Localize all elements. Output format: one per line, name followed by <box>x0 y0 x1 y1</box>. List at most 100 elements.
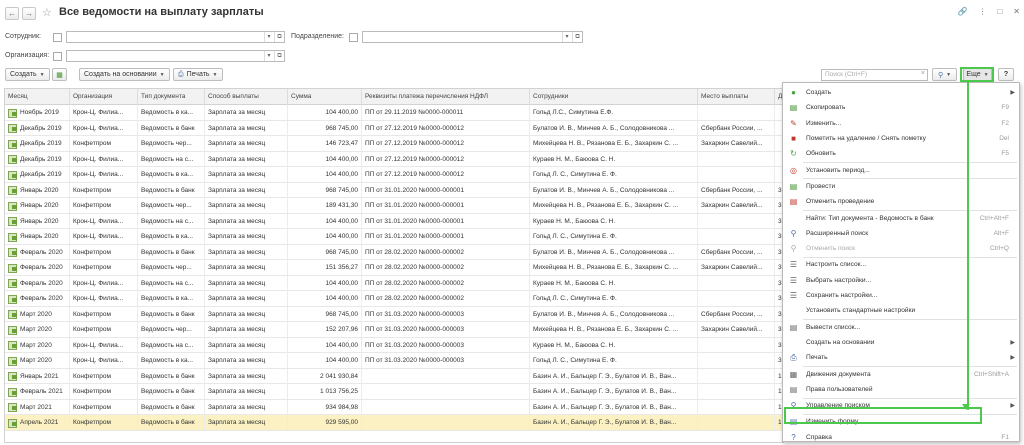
table-row[interactable]: Январь 2020 Конфетпром Ведомость чер... Зар… <box>5 198 783 214</box>
organization-checkbox[interactable] <box>53 52 62 61</box>
table-row[interactable]: Январь 2020 Крон-Ц. Филиа... Ведомость на … <box>5 213 783 229</box>
table-row[interactable]: Декабрь 2019 Крон-Ц. Филиа... Ведомость в … <box>5 167 783 183</box>
table-row[interactable]: Январь 2020 Конфетпром Ведомость в банк Зар… <box>5 182 783 198</box>
table-row[interactable]: Февраль 2020 Конфетпром Ведомость в банк За… <box>5 244 783 260</box>
print-button[interactable]: ⎙ Печать ▼ <box>173 68 223 81</box>
menu-item[interactable]: ▤ Права пользователей <box>783 382 1019 397</box>
menu-item[interactable]: ⚲ Отменить поиск Ctrl+Q <box>783 241 1019 256</box>
cell-text: 104 400,00 <box>325 109 358 116</box>
table-row[interactable]: Февраль 2020 Конфетпром Ведомость чер... За… <box>5 260 783 276</box>
table-row[interactable]: Декабрь 2019 Крон-Ц. Филиа... Ведомость на… <box>5 151 783 167</box>
menu-item[interactable]: ↻ Обновить F5 <box>783 146 1019 161</box>
table-row[interactable]: Ноябрь 2019 Крон-Ц. Филиа... Ведомость в к… <box>5 105 783 121</box>
menu-item[interactable]: ■ Пометить на удаление / Снять пометку Del <box>783 131 1019 146</box>
cell-text: Январь 2021 <box>20 372 59 380</box>
search-button[interactable]: ⚲ ▼ <box>932 68 957 81</box>
menu-item[interactable]: ▤ Провести <box>783 179 1019 194</box>
menu-item[interactable]: Найти: Тип документа - Ведомость в банк C… <box>783 210 1019 225</box>
cell-text: Ведомость в ка... <box>141 233 193 240</box>
table-cell: Декабрь 2019 <box>5 120 70 136</box>
cell-text: Ведомость в банк <box>141 372 195 380</box>
table-row[interactable]: Февраль 2021 Конфетпром Ведомость в банк За… <box>5 384 783 400</box>
table-row[interactable]: Февраль 2020 Крон-Ц. Филиа... Ведомость на… <box>5 275 783 291</box>
table-row[interactable]: Февраль 2020 Крон-Ц. Филиа... Ведомость в … <box>5 291 783 307</box>
chevron-down-icon[interactable]: ▾ <box>264 32 273 42</box>
page-title: Все ведомости на выплату зарплаты <box>59 6 264 18</box>
clear-icon[interactable]: × <box>921 70 925 77</box>
column-header[interactable]: Месяц <box>5 89 70 105</box>
cell-text: Ведомость в банк <box>141 403 195 411</box>
menu-item[interactable]: ☰ Сохранить настройки... <box>783 288 1019 303</box>
chevron-down-icon[interactable]: ▾ <box>264 51 273 61</box>
post-doc-button[interactable]: ▦ <box>52 68 67 81</box>
table-row[interactable]: Март 2020 Крон-Ц. Филиа... Ведомость на с.… <box>5 337 783 353</box>
menu-item[interactable]: ☰ Выбрать настройки... <box>783 273 1019 288</box>
menu-item-label: Обновить <box>806 150 836 158</box>
change-form-highlight <box>784 407 982 424</box>
column-header[interactable]: Сумма <box>288 89 362 105</box>
cell-text: 104 400,00 <box>325 341 358 349</box>
table-cell: Зарплата за месяц <box>205 213 288 229</box>
back-arrow-icon[interactable]: ← <box>5 7 19 20</box>
restore-icon[interactable]: □ <box>997 7 1002 16</box>
employee-field[interactable]: ▾ ⧉ <box>66 31 285 43</box>
menu-item[interactable]: ▤ Скопировать F9 <box>783 100 1019 115</box>
table-cell: Крон-Ц. Филиа... <box>70 213 138 229</box>
table-cell: Зарплата за месяц <box>205 151 288 167</box>
menu-item[interactable]: Установить стандартные настройки <box>783 303 1019 318</box>
menu-item[interactable]: ● Создать ▶ <box>783 85 1019 100</box>
cell-text: 968 745,00 <box>325 124 358 132</box>
column-header[interactable]: Сотрудники <box>530 89 698 105</box>
cell-text: Февраль 2020 <box>20 264 63 271</box>
menu-item[interactable]: ▤ Отменить проведение <box>783 194 1019 209</box>
open-icon[interactable]: ⧉ <box>274 51 284 61</box>
chevron-down-icon[interactable]: ▾ <box>562 32 571 42</box>
close-icon[interactable]: ✕ <box>1013 7 1020 16</box>
column-header[interactable]: Организация <box>70 89 138 105</box>
table-row[interactable]: Декабрь 2019 Конфетпром Ведомость чер... За… <box>5 136 783 152</box>
favorite-star-icon[interactable]: ☆ <box>42 6 52 19</box>
organization-field[interactable]: ▾ ⧉ <box>66 50 285 62</box>
menu-item[interactable]: ▤ Вывести список... <box>783 320 1019 335</box>
create-based-button[interactable]: Создать на основании ▼ <box>79 68 170 81</box>
table-row[interactable]: Апрель 2021 Конфетпром Ведомость в банк Зар… <box>5 415 783 431</box>
link-icon[interactable]: 🔗 <box>957 7 967 16</box>
menu-item[interactable]: ☰ Настроить список... <box>783 257 1019 272</box>
open-icon[interactable]: ⧉ <box>572 32 582 42</box>
more-icon[interactable]: ⋮ <box>978 7 986 16</box>
table-cell: Январь 2020 <box>5 182 70 198</box>
table-row[interactable]: Март 2020 Крон-Ц. Филиа... Ведомость в ка.… <box>5 353 783 369</box>
table-row[interactable]: Декабрь 2019 Крон-Ц. Филиа... Ведомость в … <box>5 120 783 136</box>
menu-item-label: Создать <box>806 89 832 97</box>
department-checkbox[interactable] <box>349 33 358 42</box>
column-header[interactable]: Способ выплаты <box>205 89 288 105</box>
table-row[interactable]: Январь 2020 Крон-Ц. Филиа... Ведомость в к… <box>5 229 783 245</box>
table-cell: Крон-Ц. Филиа... <box>70 337 138 353</box>
employee-checkbox[interactable] <box>53 33 62 42</box>
table-cell <box>698 291 775 306</box>
table-cell: Базин А. И., Бальцер Г. Э., Булатов И. В… <box>530 368 698 384</box>
search-input[interactable]: Поиск (Ctrl+F) × <box>821 69 928 81</box>
table-row[interactable]: Январь 2021 Конфетпром Ведомость в банк Зар… <box>5 368 783 384</box>
menu-item[interactable]: ◎ Установить период... <box>783 163 1019 178</box>
department-field[interactable]: ▾ ⧉ <box>362 31 583 43</box>
menu-item[interactable]: ✎ Изменить... F2 <box>783 116 1019 131</box>
help-button[interactable]: ? <box>998 68 1014 81</box>
cell-text: Михейцева Н. В., Рязанова Е. Б., Захарки… <box>533 202 679 209</box>
column-header[interactable]: Реквизиты платежа перечисления НДФЛ <box>362 89 530 105</box>
menu-item[interactable]: ⎙ Печать ▶ <box>783 350 1019 365</box>
forward-arrow-icon[interactable]: → <box>22 7 36 20</box>
table-row[interactable]: Март 2021 Конфетпром Ведомость в банк Зарпл… <box>5 399 783 415</box>
column-header[interactable]: Место выплаты <box>698 89 775 105</box>
column-header[interactable]: Тип документа <box>138 89 205 105</box>
create-button[interactable]: Создать ▼ <box>5 68 50 81</box>
menu-item-shortcut: Ctrl+Q <box>990 245 1009 253</box>
menu-item[interactable]: Создать на основании ▶ <box>783 335 1019 350</box>
table-cell: 968 745,00 <box>288 306 362 322</box>
posted-document-icon <box>8 155 17 165</box>
table-row[interactable]: Март 2020 Конфетпром Ведомость чер... Зарпл… <box>5 322 783 338</box>
menu-item[interactable]: ⚲ Расширенный поиск Alt+F <box>783 226 1019 241</box>
table-row[interactable]: Март 2020 Конфетпром Ведомость в банк Зарпл… <box>5 306 783 322</box>
menu-item[interactable]: ▦ Движения документа Ctrl+Shift+A <box>783 366 1019 381</box>
open-icon[interactable]: ⧉ <box>274 32 284 42</box>
